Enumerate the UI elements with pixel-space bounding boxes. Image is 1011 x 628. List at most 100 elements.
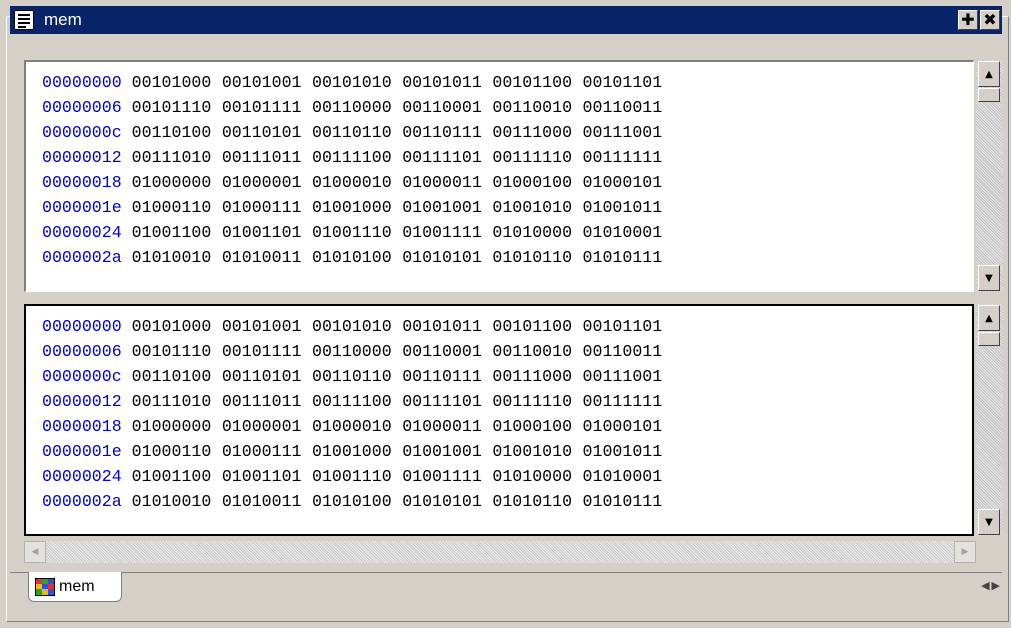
- arrow-up-icon[interactable]: ▲: [978, 305, 1000, 331]
- byte-cell[interactable]: 01000011: [402, 173, 482, 192]
- byte-cell[interactable]: 00101011: [402, 73, 482, 92]
- byte-cell[interactable]: 01001110: [312, 223, 392, 242]
- byte-cell[interactable]: 00101110: [132, 98, 212, 117]
- byte-cell[interactable]: 01010000: [492, 467, 572, 486]
- byte-cell[interactable]: 00110000: [312, 98, 392, 117]
- byte-cell[interactable]: 00111111: [583, 392, 663, 411]
- byte-cell[interactable]: 01001011: [583, 198, 663, 217]
- byte-cell[interactable]: 00110111: [402, 123, 482, 142]
- byte-cell[interactable]: 00111011: [222, 148, 302, 167]
- byte-cell[interactable]: 00101001: [222, 73, 302, 92]
- byte-cell[interactable]: 00110001: [402, 98, 482, 117]
- byte-cell[interactable]: 01010010: [132, 492, 212, 511]
- byte-cell[interactable]: 00110001: [402, 342, 482, 361]
- byte-cell[interactable]: 00101110: [132, 342, 212, 361]
- byte-cell[interactable]: 00111011: [222, 392, 302, 411]
- byte-cell[interactable]: 00101010: [312, 317, 392, 336]
- byte-cell[interactable]: 00110101: [222, 367, 302, 386]
- byte-cell[interactable]: 00101100: [492, 73, 572, 92]
- byte-cell[interactable]: 01000001: [222, 173, 302, 192]
- byte-cell[interactable]: 01001100: [132, 223, 212, 242]
- byte-cell[interactable]: 00101001: [222, 317, 302, 336]
- byte-cell[interactable]: 01001101: [222, 467, 302, 486]
- arrow-down-icon[interactable]: ▼: [978, 265, 1000, 291]
- byte-cell[interactable]: 01010011: [222, 248, 302, 267]
- memory-pane-bottom[interactable]: 00000000 00101000 00101001 00101010 00101011…: [24, 304, 974, 536]
- byte-cell[interactable]: 00110110: [312, 367, 392, 386]
- byte-cell[interactable]: 01010010: [132, 248, 212, 267]
- byte-cell[interactable]: 00101010: [312, 73, 392, 92]
- byte-cell[interactable]: 00110011: [583, 342, 663, 361]
- arrow-right-icon[interactable]: ▶: [954, 541, 976, 563]
- byte-cell[interactable]: 01000010: [312, 417, 392, 436]
- byte-cell[interactable]: 00110010: [492, 98, 572, 117]
- byte-cell[interactable]: 00110100: [132, 367, 212, 386]
- byte-cell[interactable]: 00101111: [222, 98, 302, 117]
- vertical-scrollbar-bottom[interactable]: ▲ ▼: [976, 304, 1003, 536]
- byte-cell[interactable]: 01000010: [312, 173, 392, 192]
- arrow-left-icon[interactable]: ◀: [24, 541, 46, 563]
- byte-cell[interactable]: 01001111: [402, 467, 482, 486]
- byte-cell[interactable]: 01001001: [402, 442, 482, 461]
- byte-cell[interactable]: 01010000: [492, 223, 572, 242]
- byte-cell[interactable]: 01010111: [583, 248, 663, 267]
- close-button[interactable]: ✖: [980, 10, 1000, 30]
- byte-cell[interactable]: 01010111: [583, 492, 663, 511]
- byte-cell[interactable]: 00110011: [583, 98, 663, 117]
- arrow-down-icon[interactable]: ▼: [978, 509, 1000, 535]
- byte-cell[interactable]: 00101100: [492, 317, 572, 336]
- byte-cell[interactable]: 00111001: [583, 367, 663, 386]
- byte-cell[interactable]: 01010101: [402, 248, 482, 267]
- byte-cell[interactable]: 00111010: [132, 392, 212, 411]
- tab-mem[interactable]: mem: [28, 572, 122, 602]
- byte-cell[interactable]: 00111110: [492, 392, 572, 411]
- byte-cell[interactable]: 01001000: [312, 198, 392, 217]
- byte-cell[interactable]: 01000110: [132, 442, 212, 461]
- byte-cell[interactable]: 00111100: [312, 148, 392, 167]
- byte-cell[interactable]: 00101111: [222, 342, 302, 361]
- byte-cell[interactable]: 01000110: [132, 198, 212, 217]
- scroll-thumb-bottom[interactable]: [978, 332, 1000, 346]
- memory-pane-top[interactable]: 00000000 00101000 00101001 00101010 00101011…: [24, 60, 974, 292]
- byte-cell[interactable]: 01000111: [222, 198, 302, 217]
- byte-cell[interactable]: 00111010: [132, 148, 212, 167]
- byte-cell[interactable]: 00111101: [402, 392, 482, 411]
- byte-cell[interactable]: 01010101: [402, 492, 482, 511]
- byte-cell[interactable]: 00101011: [402, 317, 482, 336]
- byte-cell[interactable]: 00111101: [402, 148, 482, 167]
- byte-cell[interactable]: 01000000: [132, 417, 212, 436]
- byte-cell[interactable]: 01000100: [492, 173, 572, 192]
- horizontal-scrollbar[interactable]: ◀ ▶: [24, 541, 976, 563]
- byte-cell[interactable]: 01000101: [583, 173, 663, 192]
- byte-cell[interactable]: 00111001: [583, 123, 663, 142]
- scroll-thumb-top[interactable]: [978, 88, 1000, 102]
- byte-cell[interactable]: 00110110: [312, 123, 392, 142]
- byte-cell[interactable]: 01010110: [492, 248, 572, 267]
- byte-cell[interactable]: 01001010: [492, 198, 572, 217]
- byte-cell[interactable]: 00111000: [492, 367, 572, 386]
- byte-cell[interactable]: 00111111: [583, 148, 663, 167]
- byte-cell[interactable]: 01000111: [222, 442, 302, 461]
- byte-cell[interactable]: 01000001: [222, 417, 302, 436]
- byte-cell[interactable]: 00111000: [492, 123, 572, 142]
- byte-cell[interactable]: 01001111: [402, 223, 482, 242]
- arrow-up-icon[interactable]: ▲: [978, 61, 1000, 87]
- byte-cell[interactable]: 01010100: [312, 492, 392, 511]
- byte-cell[interactable]: 01001010: [492, 442, 572, 461]
- byte-cell[interactable]: 01001101: [222, 223, 302, 242]
- byte-cell[interactable]: 01000100: [492, 417, 572, 436]
- add-button[interactable]: ✚: [958, 10, 978, 30]
- byte-cell[interactable]: 00111110: [492, 148, 572, 167]
- byte-cell[interactable]: 01001000: [312, 442, 392, 461]
- byte-cell[interactable]: 00110000: [312, 342, 392, 361]
- byte-cell[interactable]: 00110101: [222, 123, 302, 142]
- byte-cell[interactable]: 01001001: [402, 198, 482, 217]
- title-bar[interactable]: mem ✚ ✖: [10, 6, 1002, 34]
- vertical-scrollbar-top[interactable]: ▲ ▼: [976, 60, 1003, 292]
- byte-cell[interactable]: 00101101: [583, 73, 663, 92]
- byte-cell[interactable]: 01010011: [222, 492, 302, 511]
- byte-cell[interactable]: 00110010: [492, 342, 572, 361]
- byte-cell[interactable]: 01000101: [583, 417, 663, 436]
- byte-cell[interactable]: 00110100: [132, 123, 212, 142]
- byte-cell[interactable]: 01001100: [132, 467, 212, 486]
